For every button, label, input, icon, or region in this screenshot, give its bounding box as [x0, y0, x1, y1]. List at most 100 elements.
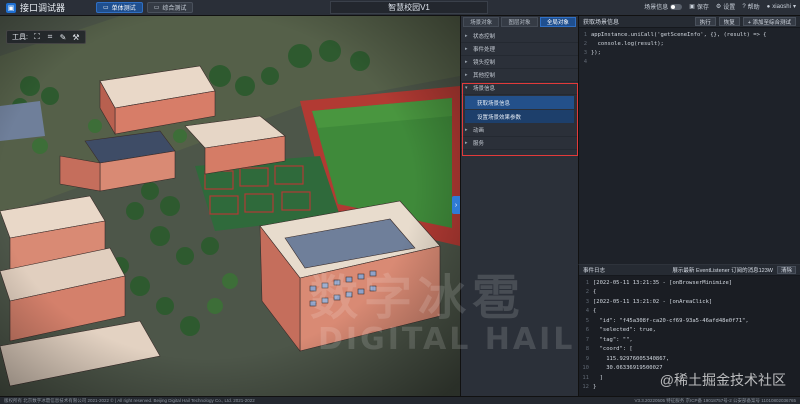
app-logo-icon: ▣: [6, 2, 16, 13]
tree-item-label: 状态控制: [473, 34, 496, 40]
tab-combined-test[interactable]: ▭ 综合测试: [146, 2, 194, 13]
tab-layer-objects[interactable]: 图层对象: [501, 17, 538, 27]
log-line: 3 [2022-05-11 13:21:02 - [onAreaClick]: [585, 298, 713, 305]
fullscreen-icon[interactable]: ⛶: [33, 32, 41, 41]
tree-item-event-handling[interactable]: ▸ 事件处理: [461, 43, 578, 56]
log-text: }: [593, 384, 597, 391]
log-line: 8 "coord": [: [585, 346, 633, 353]
tab-global-objects[interactable]: 全局对象: [539, 17, 576, 27]
code-buttons: 执行 恢复 + 添加至综合测试: [694, 17, 796, 26]
tree-item-scene-info[interactable]: ▾ 场景信息: [461, 82, 578, 95]
status-bar: 版权所有 北京数字冰雹信息技术有限公司 2021-2022 © | All ri…: [0, 396, 800, 404]
log-text: {: [593, 308, 597, 315]
log-text: "coord": [: [593, 346, 633, 353]
toggle-switch[interactable]: [670, 3, 683, 10]
tree-item-camera-control[interactable]: ▸ 镜头控制: [461, 56, 578, 69]
log-text: 115.92976005340867,: [593, 355, 670, 362]
panel-collapse-handle[interactable]: ›: [452, 196, 460, 214]
settings-label: 设置: [723, 5, 736, 11]
code-panel-title: 获取场景信息: [583, 20, 620, 26]
tree-item-label: 其他控制: [473, 73, 496, 79]
pen-icon[interactable]: ✎: [59, 33, 67, 42]
watermark-corner-text: @稀土掘金技术社区: [659, 372, 786, 388]
top-right-controls: 场景信息 ▣ 保存 ⚙ 设置 ? 帮助 ● xiaoshi ▾: [644, 2, 796, 11]
save-icon: ▣: [689, 4, 695, 10]
tree-sub-get-scene-info[interactable]: 获取场景信息: [465, 96, 574, 109]
top-bar: ▣ 接口调试器 ▭ 单体测试 ▭ 综合测试 智慧校园V1 场景信息 ▣ 保存 ⚙…: [0, 0, 800, 16]
log-panel-header: 事件日志 展示最新 EventListener 订阅的消息123W 清除: [579, 265, 800, 276]
code-editor[interactable]: 1 appInstance.uniCall('getSceneInfo', {},…: [579, 28, 800, 66]
execute-button[interactable]: 执行: [694, 17, 716, 26]
toolbar-label: 工具:: [12, 34, 28, 41]
code-panel: 获取场景信息 执行 恢复 + 添加至综合测试 1 appInstance.uniC…: [578, 16, 800, 264]
scene-toolbar: 工具: ⛶ ⌗ ✎ ⚒: [6, 30, 86, 44]
settings-button[interactable]: ⚙ 设置: [716, 2, 735, 11]
app-logo: ▣ 接口调试器: [0, 1, 96, 14]
object-tree: ▸ 状态控制 ▸ 事件处理 ▸ 镜头控制 ▸ 其他控制 ▾ 场景信息 获取场景信…: [461, 28, 578, 150]
log-text: [2022-05-11 13:21:35 - [onBrowserMinimiz…: [593, 279, 733, 286]
help-button[interactable]: ? 帮助: [742, 2, 760, 12]
log-text: [2022-05-11 13:21:02 - [onAreaClick]: [593, 298, 713, 305]
tab-single-test-label: 单体测试: [111, 6, 136, 12]
code-line: 4: [583, 58, 587, 65]
wrench-icon[interactable]: ⚒: [72, 33, 80, 42]
tree-item-animation[interactable]: ▸ 动画: [461, 124, 578, 137]
log-line: 6 "selected": true,: [585, 327, 656, 334]
tab-combined-test-label: 综合测试: [162, 6, 187, 12]
help-label: 帮助: [747, 5, 760, 11]
tab-scene-objects[interactable]: 场景对象: [463, 17, 500, 27]
log-controls: 展示最新 EventListener 订阅的消息123W 清除: [672, 266, 796, 274]
tree-item-label: 动画: [473, 128, 485, 134]
listener-info: 展示最新 EventListener 订阅的消息123W: [672, 268, 773, 274]
code-panel-header: 获取场景信息 执行 恢复 + 添加至综合测试: [579, 16, 800, 28]
chevron-right-icon: ▸: [465, 46, 468, 52]
log-line: 9 115.92976005340867,: [585, 355, 670, 362]
user-menu[interactable]: ● xiaoshi ▾: [766, 3, 796, 11]
scene-info-toggle[interactable]: 场景信息: [644, 2, 683, 11]
code-text: });: [591, 49, 601, 56]
log-text: "tag": "",: [593, 336, 633, 343]
monitor-icon: ▭: [153, 5, 160, 11]
log-line: 7 "tag": "",: [585, 336, 633, 343]
tree-sub-set-scene-effect[interactable]: 设置场景效果参数: [465, 110, 574, 123]
log-text: 30.06336919500027: [593, 365, 663, 372]
scene-info-label: 场景信息: [644, 5, 669, 11]
chevron-right-icon: ▸: [465, 140, 468, 146]
log-line: 2{: [585, 289, 597, 296]
chevron-right-icon: ▸: [465, 127, 468, 133]
save-button[interactable]: ▣ 保存: [689, 2, 709, 11]
copyright-text: 版权所有 北京数字冰雹信息技术有限公司 2021-2022 © | All ri…: [4, 397, 255, 403]
code-line: 1 appInstance.uniCall('getSceneInfo', {},…: [583, 31, 767, 38]
chevron-down-icon: ▾: [465, 85, 468, 91]
tab-single-test[interactable]: ▭ 单体测试: [96, 2, 143, 13]
code-line: 3});: [583, 49, 601, 56]
watermark-logo-text: 数字冰雹: [310, 270, 527, 326]
clear-log-button[interactable]: 清除: [776, 266, 796, 274]
code-line: 2 console.log(result);: [583, 40, 664, 47]
save-label: 保存: [696, 5, 709, 11]
log-panel-title: 事件日志: [583, 268, 606, 274]
add-to-combined-button[interactable]: + 添加至综合测试: [742, 17, 796, 26]
tree-item-other-control[interactable]: ▸ 其他控制: [461, 69, 578, 82]
tree-item-label: 服务: [473, 141, 485, 147]
chevron-down-icon: ▾: [792, 4, 796, 10]
select-region-icon[interactable]: ⌗: [46, 32, 54, 41]
restore-button[interactable]: 恢复: [718, 17, 740, 26]
tree-item-service[interactable]: ▸ 服务: [461, 137, 578, 150]
user-name: xiaoshi: [772, 3, 791, 10]
app-title: 接口调试器: [20, 3, 66, 13]
log-text: {: [593, 289, 597, 296]
version-text: V3.3.20220505 特征服务 京ICP备 19018757号-2 公安部…: [634, 397, 796, 403]
log-line: 1 [2022-05-11 13:21:35 - [onBrowserMinimi…: [585, 279, 733, 286]
user-icon: ●: [766, 3, 771, 10]
monitor-icon: ▭: [103, 5, 109, 11]
chevron-right-icon: ▸: [465, 59, 468, 65]
scene-title: 智慧校园V1: [330, 1, 488, 14]
tree-item-label: 事件处理: [473, 47, 496, 53]
tree-item-state-control[interactable]: ▸ 状态控制: [461, 30, 578, 43]
code-text: appInstance.uniCall('getSceneInfo', {}, …: [591, 31, 767, 38]
object-tabs: 场景对象 图层对象 全局对象: [461, 16, 578, 28]
gear-icon: ⚙: [715, 4, 722, 10]
chevron-right-icon: ▸: [465, 33, 468, 39]
log-line: 5 "id": "f45a308f-ca20-cf69-93a5-46afd48…: [585, 317, 749, 324]
